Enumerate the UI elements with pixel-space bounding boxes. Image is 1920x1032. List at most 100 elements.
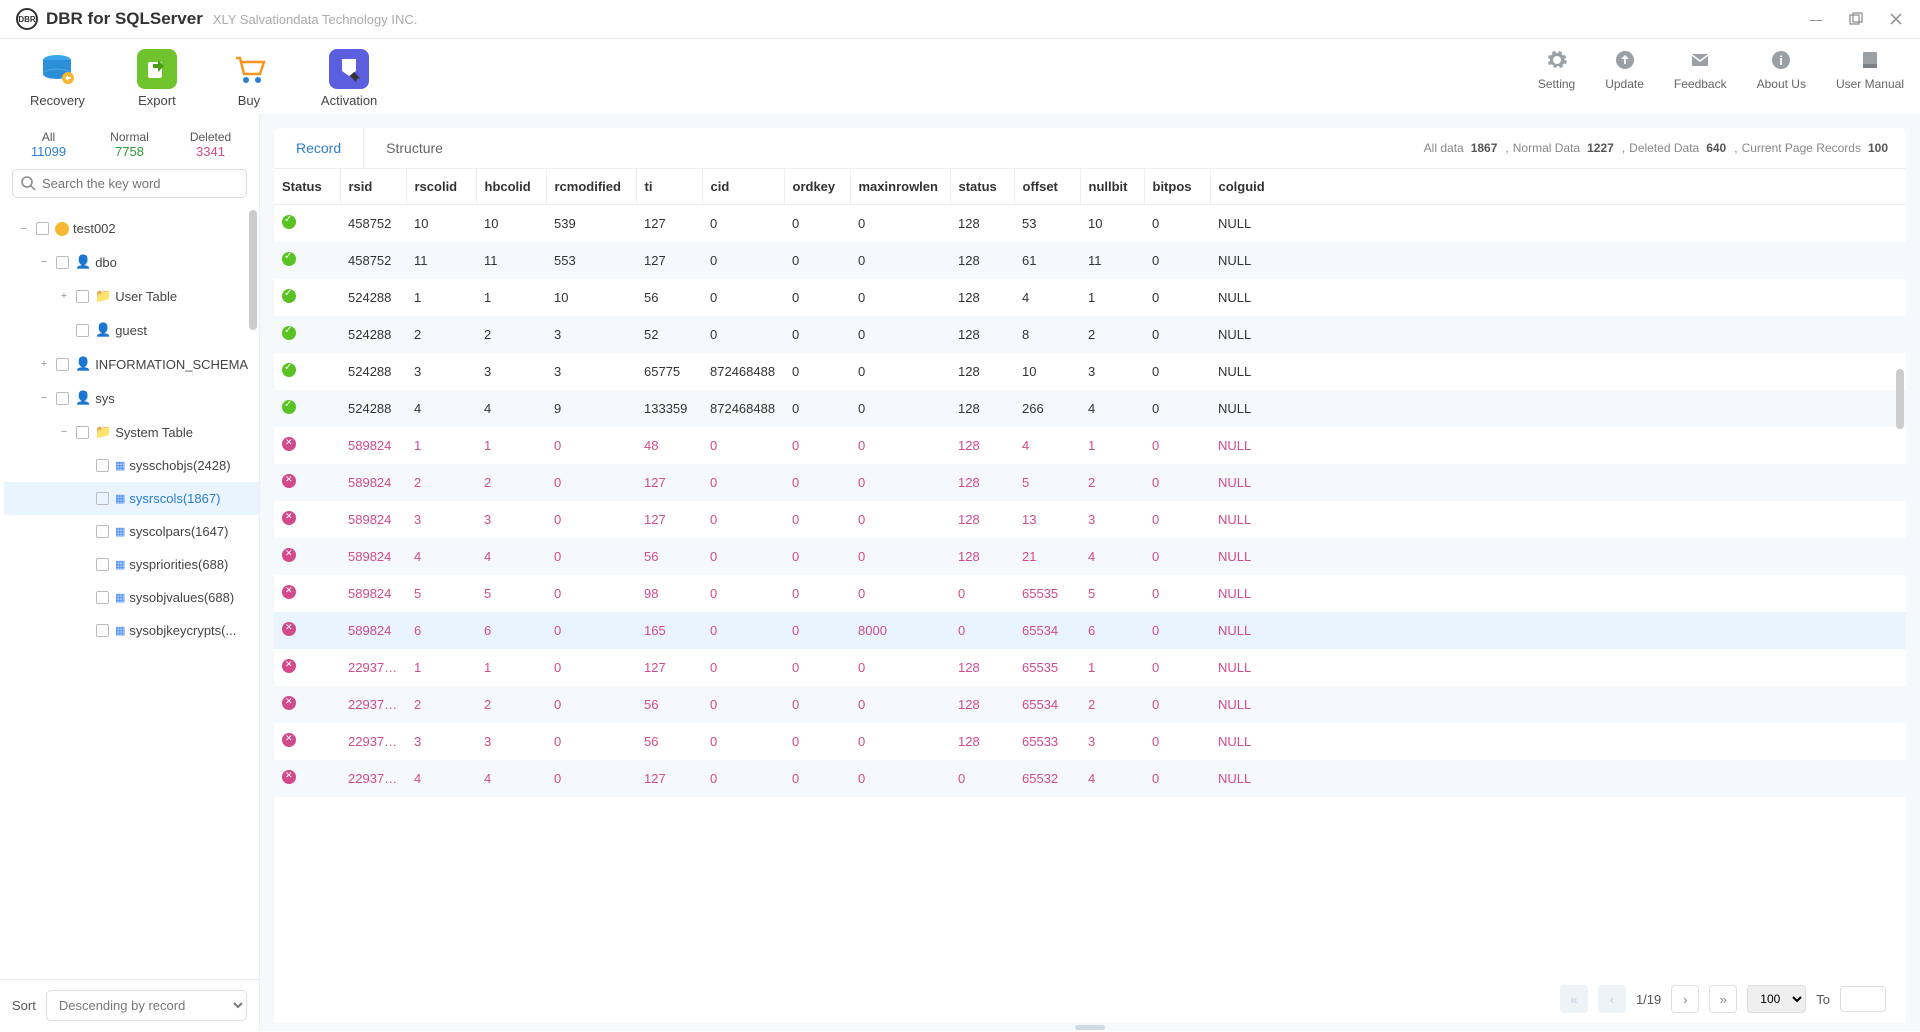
page-size-select[interactable]: 100 <box>1747 985 1806 1013</box>
table-row[interactable]: 58982411048000128410NULL <box>274 427 1906 464</box>
activation-button[interactable]: Activation <box>321 49 377 108</box>
table-row[interactable]: 589824440560001282140NULL <box>274 538 1906 575</box>
data-cell: 48 <box>636 427 702 464</box>
tree-node-table[interactable]: ▦sysrscols(1867) <box>4 482 259 515</box>
column-header[interactable]: ti <box>636 169 702 205</box>
table-row[interactable]: 5898243301270001281330NULL <box>274 501 1906 538</box>
stats-row: All data1867 ,Normal Data1227 ,Deleted D… <box>1410 141 1906 155</box>
tree-node-table[interactable]: ▦sysschobjs(2428) <box>4 449 259 482</box>
table-row[interactable]: 2293760220560001286553420NULL <box>274 686 1906 723</box>
tree-node-folder[interactable]: +📁 User Table <box>4 279 259 313</box>
tab-structure[interactable]: Structure <box>363 128 465 168</box>
manual-button[interactable]: User Manual <box>1836 49 1904 91</box>
search-input-wrap[interactable] <box>12 169 247 198</box>
buy-button[interactable]: Buy <box>229 49 269 108</box>
data-cell: 0 <box>784 760 850 797</box>
export-button[interactable]: Export <box>137 49 177 108</box>
table-row[interactable]: 589824220127000128520NULL <box>274 464 1906 501</box>
data-cell: 0 <box>850 649 950 686</box>
next-page-button[interactable]: › <box>1671 985 1699 1013</box>
data-cell: 589824 <box>340 427 406 464</box>
table-icon: ▦ <box>115 525 125 538</box>
pane-resizer[interactable] <box>274 1023 1906 1031</box>
last-page-button[interactable]: » <box>1709 985 1737 1013</box>
close-button[interactable] <box>1888 11 1904 27</box>
tree-node-schema[interactable]: 👤 guest <box>4 313 259 347</box>
data-cell: 4 <box>406 538 476 575</box>
tree-node-db[interactable]: − test002 <box>4 212 259 245</box>
data-cell: 21 <box>1014 538 1080 575</box>
table-row[interactable]: 58982466016500800006553460NULL <box>274 612 1906 649</box>
search-input[interactable] <box>42 176 238 191</box>
sort-select[interactable]: Descending by record <box>46 990 247 1021</box>
database-icon <box>55 222 69 236</box>
count-deleted[interactable]: Deleted 3341 <box>170 130 251 159</box>
table-row[interactable]: 458752101053912700012853100NULL <box>274 205 1906 243</box>
feedback-button[interactable]: Feedback <box>1674 49 1727 91</box>
goto-page-input[interactable] <box>1840 986 1886 1012</box>
data-cell: 128 <box>950 279 1014 316</box>
tree-node-table[interactable]: ▦sysobjkeycrypts(... <box>4 614 259 647</box>
column-header[interactable]: hbcolid <box>476 169 546 205</box>
table-row[interactable]: 52428833365775872468488001281030NULL <box>274 353 1906 390</box>
table-row[interactable]: 5242884491333598724684880012826640NULL <box>274 390 1906 427</box>
tree: − test002 −👤 dbo +📁 User Table 👤 guest +… <box>0 208 259 979</box>
column-header[interactable]: rscolid <box>406 169 476 205</box>
count-normal[interactable]: Normal 7758 <box>89 130 170 159</box>
column-header[interactable]: rcmodified <box>546 169 636 205</box>
column-header[interactable]: ordkey <box>784 169 850 205</box>
scrollbar[interactable] <box>1896 369 1904 429</box>
column-header[interactable]: offset <box>1014 169 1080 205</box>
column-header[interactable]: rsid <box>340 169 406 205</box>
table-row[interactable]: 22937601101270001286553510NULL <box>274 649 1906 686</box>
data-cell: NULL <box>1210 316 1906 353</box>
column-header[interactable]: cid <box>702 169 784 205</box>
table-row[interactable]: 229376044012700006553240NULL <box>274 760 1906 797</box>
first-page-button[interactable]: « <box>1560 985 1588 1013</box>
tree-node-schema[interactable]: −👤 dbo <box>4 245 259 279</box>
update-button[interactable]: Update <box>1605 49 1644 91</box>
column-header[interactable]: Status <box>274 169 340 205</box>
column-header[interactable]: nullbit <box>1080 169 1144 205</box>
tree-node-table[interactable]: ▦sysobjvalues(688) <box>4 581 259 614</box>
sort-label: Sort <box>12 998 36 1013</box>
tree-node-folder[interactable]: −📁 System Table <box>4 415 259 449</box>
minimize-button[interactable]: — <box>1808 11 1824 27</box>
tab-record[interactable]: Record <box>274 128 363 168</box>
tree-node-table[interactable]: ▦syscolpars(1647) <box>4 515 259 548</box>
recovery-button[interactable]: Recovery <box>30 49 85 108</box>
database-icon <box>37 49 77 89</box>
column-header[interactable]: maxinrowlen <box>850 169 950 205</box>
data-cell: 61 <box>1014 242 1080 279</box>
column-header[interactable]: colguid <box>1210 169 1906 205</box>
table-row[interactable]: 2293760330560001286553330NULL <box>274 723 1906 760</box>
maximize-button[interactable] <box>1848 11 1864 27</box>
check-icon <box>282 215 296 229</box>
data-cell: 4 <box>406 390 476 427</box>
status-cell <box>274 501 340 538</box>
table-row[interactable]: 524288111056000128410NULL <box>274 279 1906 316</box>
data-cell: 128 <box>950 538 1014 575</box>
about-button[interactable]: i About Us <box>1757 49 1806 91</box>
column-header[interactable]: status <box>950 169 1014 205</box>
data-cell: 6 <box>406 612 476 649</box>
status-cell <box>274 279 340 316</box>
table-row[interactable]: 458752111155312700012861110NULL <box>274 242 1906 279</box>
data-cell: 1 <box>406 279 476 316</box>
tree-node-schema[interactable]: +👤 INFORMATION_SCHEMA <box>4 347 259 381</box>
scrollbar[interactable] <box>249 210 257 330</box>
table-row[interactable]: 52428822352000128820NULL <box>274 316 1906 353</box>
table-row[interactable]: 5898245509800006553550NULL <box>274 575 1906 612</box>
data-cell: 128 <box>950 390 1014 427</box>
page-indicator: 1/19 <box>1636 992 1661 1007</box>
data-cell: 3 <box>546 353 636 390</box>
count-all[interactable]: All 11099 <box>8 130 89 159</box>
tree-node-table[interactable]: ▦syspriorities(688) <box>4 548 259 581</box>
data-cell: 10 <box>1014 353 1080 390</box>
setting-button[interactable]: Setting <box>1538 49 1575 91</box>
column-header[interactable]: bitpos <box>1144 169 1210 205</box>
data-cell: 0 <box>784 686 850 723</box>
data-cell: 2 <box>406 316 476 353</box>
prev-page-button[interactable]: ‹ <box>1598 985 1626 1013</box>
tree-node-schema[interactable]: −👤 sys <box>4 381 259 415</box>
